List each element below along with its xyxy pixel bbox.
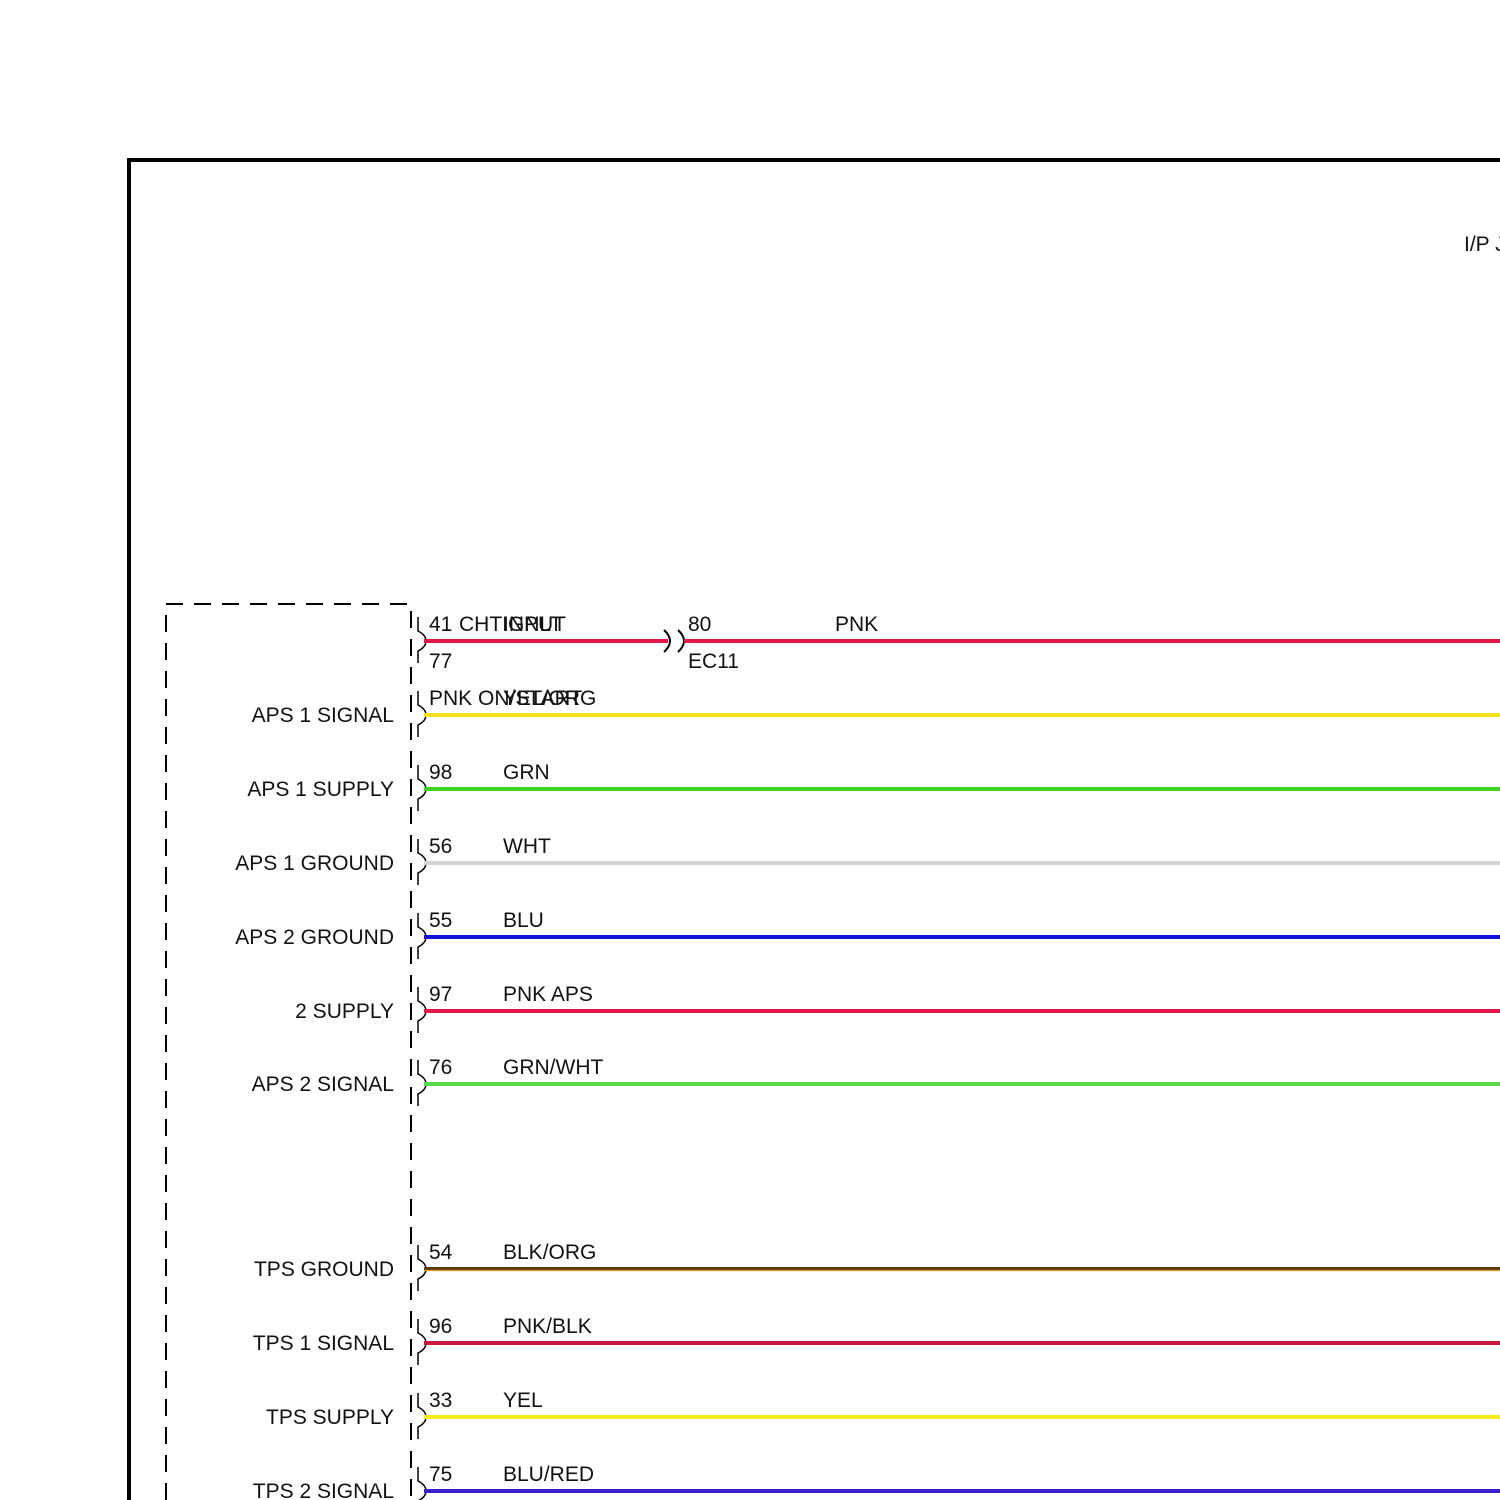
wire-row: APS 1 SUPPLY 98 GRN [247, 761, 1500, 811]
wire-row: TPS 1 SIGNAL 96 PNK/BLK [253, 1315, 1500, 1365]
signal-label: 2 SUPPLY [295, 1000, 394, 1023]
signal-label: APS 2 GROUND [235, 926, 394, 949]
wire-row: APS 1 GROUND 56 WHT [235, 835, 1500, 885]
wire-overlay-input: INPUT [503, 613, 566, 636]
connector-pin: 80 [688, 613, 711, 636]
wire-row: TPS SUPPLY 33 YEL [266, 1389, 1500, 1439]
pin-number: 55 [429, 909, 452, 932]
pin-number: 75 [429, 1463, 452, 1486]
signal-label: TPS SUPPLY [266, 1406, 394, 1429]
wire-color-label: GRN [503, 761, 550, 784]
wire-color-label: BLU [503, 909, 544, 932]
wiring-diagram: I/P J 80 EC11 PNK APS 1 SIGNALYEL/ORGAPS… [127, 158, 1500, 1500]
wire-color-label: WHT [503, 835, 551, 858]
signal-label: APS 1 GROUND [235, 852, 394, 875]
wire-color-label: PNK APS [503, 983, 593, 1006]
wire-row [417, 617, 1500, 663]
wire-row: TPS GROUND 54 BLK/ORG [254, 1241, 1500, 1291]
wire-row: APS 2 SIGNAL 76 GRN/WHT [252, 1056, 1500, 1106]
header-partial-label: I/P J [1464, 233, 1500, 256]
connector-name: EC11 [688, 650, 739, 673]
module-dashed-box [165, 603, 412, 1500]
wire-row: APS 2 GROUND 55 BLU [235, 909, 1500, 959]
pin-terminal-bracket [417, 1467, 427, 1500]
wire-color-label: YEL [503, 1389, 543, 1412]
wire-below-pnk-on-start: PNK ON/START [429, 687, 582, 710]
connector-wire-color: PNK [835, 613, 878, 636]
pin-number: 76 [429, 1056, 452, 1079]
signal-label: TPS 2 SIGNAL [253, 1480, 394, 1500]
diagram-frame [127, 158, 1500, 1500]
wire-color-label: GRN/WHT [503, 1056, 603, 1079]
signal-label: TPS 1 SIGNAL [253, 1332, 394, 1355]
wire-row: TPS 2 SIGNAL 75 BLU/RED [253, 1463, 1500, 1500]
connector-female-arc [677, 629, 685, 653]
pin-number: 56 [429, 835, 452, 858]
wire-pin-77: 77 [429, 650, 452, 673]
pin-number: 96 [429, 1315, 452, 1338]
signal-label: APS 1 SIGNAL [252, 704, 394, 727]
pin-number: 33 [429, 1389, 452, 1412]
pin-number: 97 [429, 983, 452, 1006]
wire-row: 2 SUPPLY 97 PNK APS [295, 983, 1500, 1033]
wire-color-label: PNK/BLK [503, 1315, 592, 1338]
signal-label: APS 1 SUPPLY [247, 778, 394, 801]
pin-number: 98 [429, 761, 452, 784]
signal-label: TPS GROUND [254, 1258, 394, 1281]
signal-label: APS 2 SIGNAL [252, 1073, 394, 1096]
wires-layer: APS 1 SIGNALYEL/ORGAPS 1 SUPPLY98 GRNAPS … [235, 617, 1500, 1500]
wire-color-label: BLU/RED [503, 1463, 594, 1486]
wire-pin-41: 41 [429, 613, 452, 636]
wire-color-label: BLK/ORG [503, 1241, 596, 1264]
pin-number: 54 [429, 1241, 453, 1264]
